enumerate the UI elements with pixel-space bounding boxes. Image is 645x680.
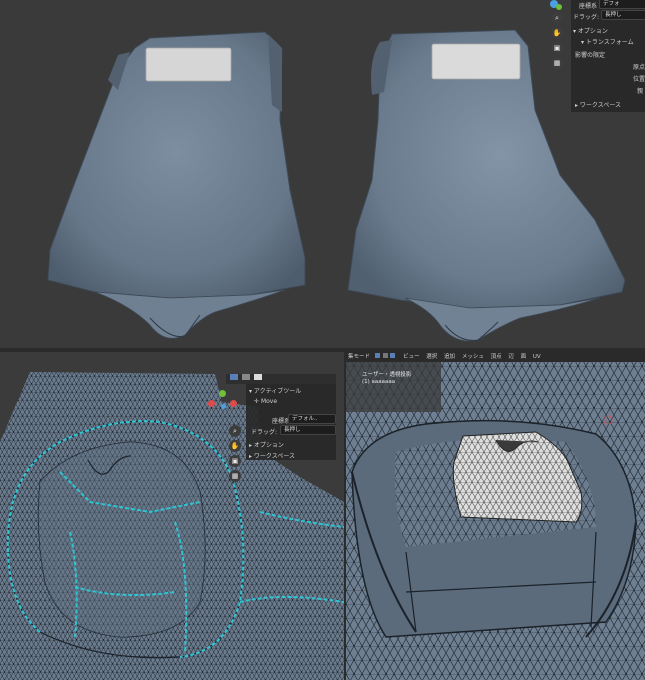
workspace-label: ワークスペース (579, 102, 622, 109)
screenshot-collage: ⌕ ✋ ▣ ▦ 座標系 デフォ ドラッグ: 長押し ▾ オプション ▾ トランス… (0, 0, 645, 680)
bottom-right-viewport[interactable]: 集モード ビュー 選択 追加 メッシュ 頂点 辺 面 UV ユーザー・透視投影 … (346, 352, 645, 680)
br-header: 集モード ビュー 選択 追加 メッシュ 頂点 辺 面 UV (346, 352, 645, 362)
options-section[interactable]: ▾ オプション (573, 26, 608, 35)
affect-parent[interactable]: 親 (637, 86, 643, 95)
mode-dropdown[interactable]: 集モード (348, 354, 370, 360)
zoom-icon[interactable]: ⌕ (229, 425, 241, 437)
affect-location[interactable]: 位置 (633, 74, 645, 83)
grid-icon[interactable]: ▦ (551, 57, 563, 69)
options-label: オプション (253, 442, 284, 449)
move-label: Move (260, 398, 278, 405)
zoom-icon[interactable]: ⌕ (551, 12, 563, 24)
options-label: オプション (577, 28, 608, 35)
viewport-shading-icon[interactable] (241, 374, 250, 380)
camera-icon[interactable]: ▣ (229, 455, 241, 467)
grid-icon[interactable]: ▦ (229, 470, 241, 482)
gizmo-icon (230, 400, 237, 407)
affect-origin[interactable]: 原点 (633, 62, 645, 71)
gizmo-icon[interactable] (556, 4, 562, 10)
top-gizmo-strip: ⌕ ✋ ▣ ▦ (548, 0, 568, 70)
camera-icon[interactable]: ▣ (551, 42, 563, 54)
select-mode-icon[interactable] (390, 353, 396, 358)
bl-gizmo[interactable] (208, 390, 238, 420)
drag-label: ドラッグ: (251, 429, 278, 436)
workspace-section[interactable]: ▸ ワークスペース (249, 451, 295, 460)
transform-section[interactable]: ▾ トランスフォーム (581, 37, 634, 46)
move-tool[interactable]: ✛ Move (254, 398, 277, 405)
drag-label: ドラッグ: (573, 14, 600, 21)
view-overlay-label: ユーザー・透視投影 (362, 372, 412, 378)
left-shirt-render (47, 31, 306, 339)
menu-edge[interactable]: 辺 (508, 354, 514, 360)
object-overlay-label: (1) aaaaaaa (362, 379, 396, 385)
top-tool-panel: 座標系 デフォ ドラッグ: 長押し ▾ オプション ▾ トランスフォーム 影響の… (571, 0, 645, 112)
menu-uv[interactable]: UV (533, 354, 541, 360)
menu-face[interactable]: 面 (521, 354, 527, 360)
active-tool-label: アクティブツール (253, 388, 302, 395)
workspace-section[interactable]: ▸ ワークスペース (575, 100, 621, 109)
gizmo-icon (208, 400, 215, 407)
select-mode-icon[interactable] (382, 353, 388, 358)
viewport-shading-icon[interactable] (230, 374, 238, 380)
menu-view[interactable]: ビュー (403, 354, 420, 360)
coord-dropdown[interactable]: デフォ (599, 0, 645, 9)
menu-vertex[interactable]: 頂点 (491, 354, 502, 360)
affect-label: 影響の限定 (575, 52, 606, 59)
bl-header-strip (226, 374, 336, 384)
menu-mesh[interactable]: メッシュ (462, 354, 484, 360)
bl-tool-panel: ▾ アクティブツール ✛ Move 座標系 デフォル.. ドラッグ: 長押し ▸… (246, 384, 336, 460)
gizmo-icon (219, 390, 226, 397)
menu-select[interactable]: 選択 (426, 354, 437, 360)
transform-label: トランスフォーム (585, 39, 634, 46)
menu-add[interactable]: 追加 (444, 354, 455, 360)
active-tool-section[interactable]: ▾ アクティブツール (249, 386, 301, 395)
hand-icon[interactable]: ✋ (551, 27, 563, 39)
workspace-label: ワークスペース (253, 453, 296, 460)
coord-dropdown[interactable]: デフォル.. (288, 414, 336, 424)
edit-mode-mesh (346, 352, 645, 680)
coord-label: 座標系 (579, 3, 598, 10)
bottom-left-viewport[interactable]: ⌕ ✋ ▣ ▦ ▾ アクティブツール ✛ Move 座標系 デフォル.. ドラッ… (0, 352, 344, 680)
gizmo-icon (221, 404, 226, 409)
hand-icon[interactable]: ✋ (229, 440, 241, 452)
viewport-shading-icon[interactable] (253, 374, 262, 380)
select-mode-icon[interactable] (374, 353, 380, 358)
options-section[interactable]: ▸ オプション (249, 440, 284, 449)
drag-dropdown[interactable]: 長押し (280, 425, 336, 435)
top-viewport[interactable]: ⌕ ✋ ▣ ▦ 座標系 デフォ ドラッグ: 長押し ▾ オプション ▾ トランス… (0, 0, 645, 348)
drag-dropdown[interactable]: 長押し (601, 10, 645, 20)
